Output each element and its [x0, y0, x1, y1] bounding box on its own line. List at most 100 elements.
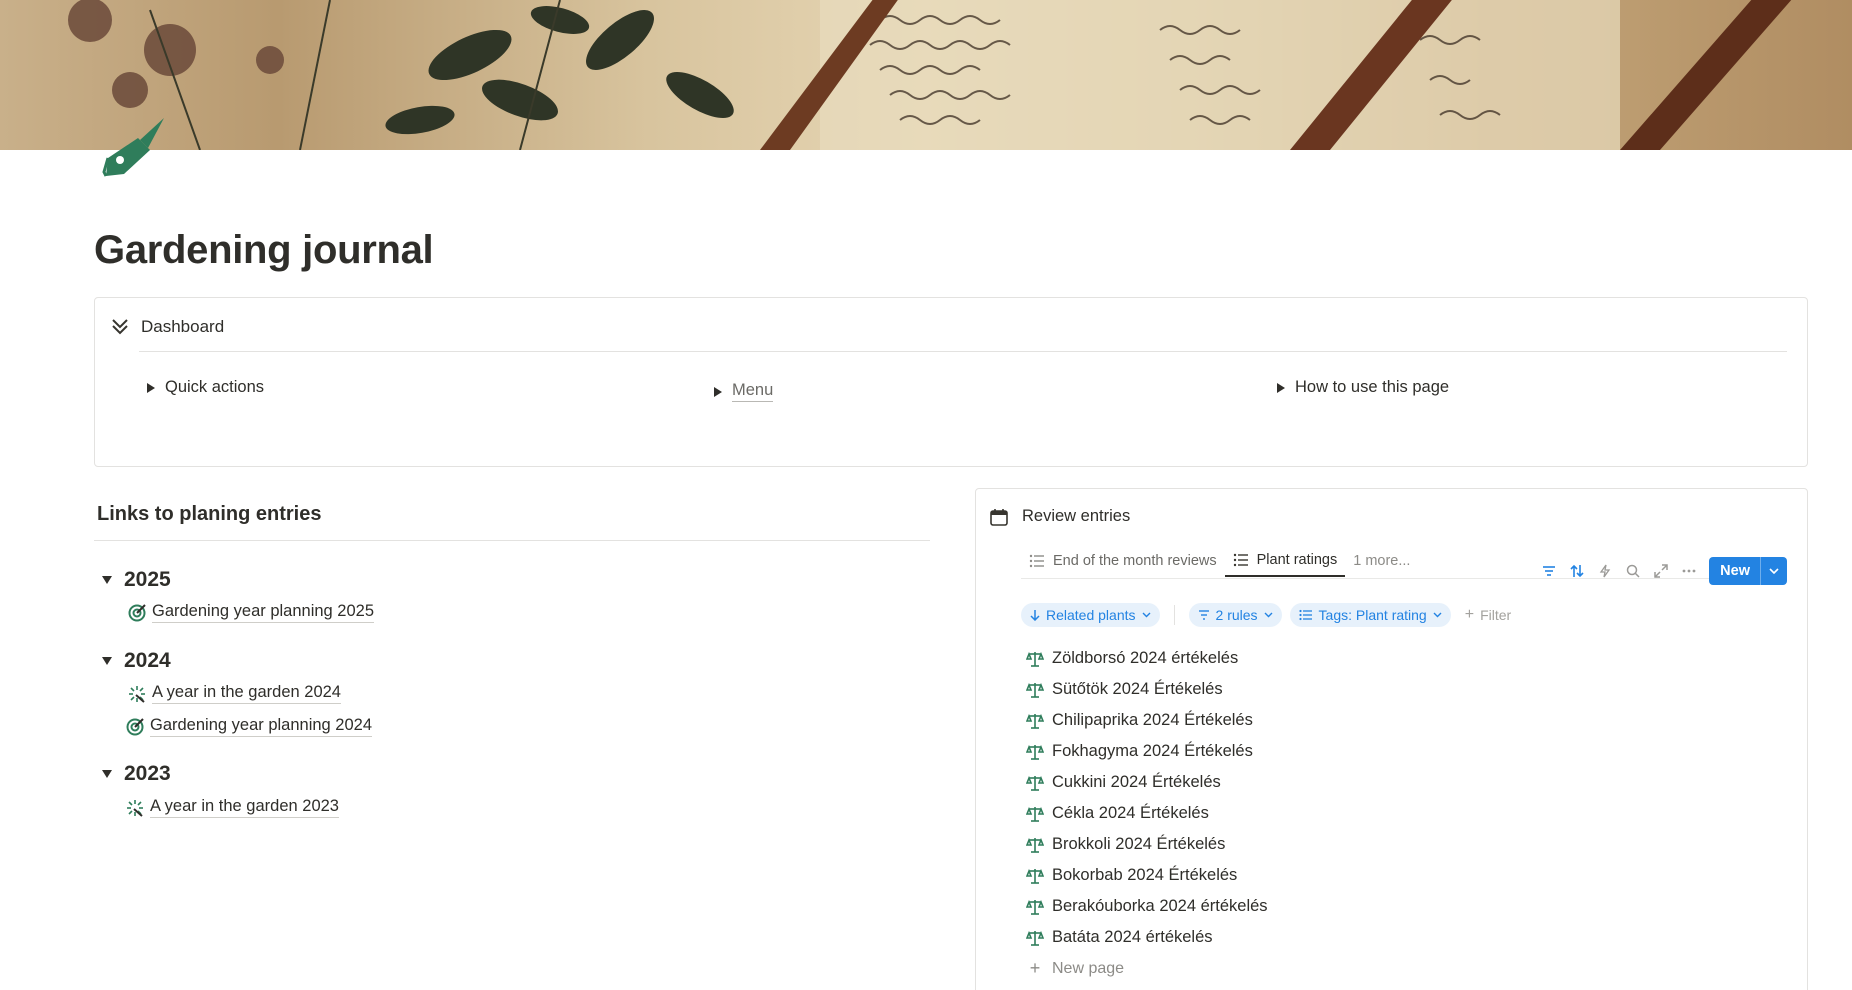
divider — [1173, 605, 1175, 625]
year-label: 2023 — [124, 762, 171, 785]
filter-bar: Related plants 2 rules Tags: Plant ratin… — [1021, 603, 1511, 627]
review-entries-database: Review entries End of the month reviews … — [975, 488, 1808, 990]
triangle-down-icon[interactable] — [102, 770, 112, 778]
fountain-pen-icon[interactable] — [100, 116, 170, 178]
arrow-down-icon — [1030, 610, 1040, 621]
entry-title: Gardening year planning 2024 — [150, 716, 373, 737]
double-chevron-down-icon[interactable] — [109, 316, 131, 338]
new-page-button[interactable]: + New page — [1026, 953, 1268, 984]
triangle-down-icon[interactable] — [102, 657, 112, 665]
list-item[interactable]: Sütőtök 2024 Értékelés — [1026, 674, 1268, 705]
rules-label: 2 rules — [1215, 607, 1258, 623]
divider — [139, 351, 1787, 352]
link-entry[interactable]: A year in the garden 2023 — [126, 797, 339, 818]
add-filter-button[interactable]: + Filter — [1459, 606, 1511, 624]
link-entry[interactable]: Gardening year planning 2024 — [126, 716, 373, 737]
rules-chip[interactable]: 2 rules — [1188, 603, 1282, 627]
entry-title: Bokorbab 2024 Értékelés — [1052, 866, 1238, 884]
toggle-quick-actions[interactable]: Quick actions — [147, 378, 264, 397]
sun-arrow-icon — [127, 799, 143, 817]
link-entry[interactable]: Gardening year planning 2025 — [128, 602, 375, 623]
list-icon — [1233, 553, 1248, 567]
entry-list: Zöldborsó 2024 értékelés Sütőtök 2024 Ér… — [1026, 643, 1268, 984]
entry-title: Batáta 2024 értékelés — [1052, 928, 1213, 946]
year-toggle-2025[interactable]: 2025 — [102, 568, 171, 592]
triangle-right-icon[interactable] — [1277, 382, 1285, 393]
entry-title: Zöldborsó 2024 értékelés — [1052, 649, 1239, 667]
cover-image — [0, 0, 1852, 150]
sort-label: Related plants — [1046, 607, 1136, 623]
database-title[interactable]: Review entries — [1022, 507, 1130, 526]
scale-icon — [1026, 775, 1044, 791]
list-item[interactable]: Berakóuborka 2024 értékelés — [1026, 891, 1268, 922]
entry-title: Brokkoli 2024 Értékelés — [1052, 835, 1226, 853]
dashboard-title: Dashboard — [141, 317, 225, 336]
toggle-label: Quick actions — [165, 378, 265, 396]
filter-icon — [1198, 610, 1209, 620]
list-item[interactable]: Batáta 2024 értékelés — [1026, 922, 1268, 953]
entry-title: Berakóuborka 2024 értékelés — [1052, 897, 1268, 915]
sun-arrow-icon — [129, 685, 145, 703]
triangle-right-icon[interactable] — [147, 382, 155, 393]
scale-icon — [1026, 930, 1044, 946]
tab-label: End of the month reviews — [1053, 553, 1217, 569]
filter-icon[interactable] — [1541, 563, 1557, 579]
entry-title: Cukkini 2024 Értékelés — [1052, 773, 1221, 791]
database-toolbar: New — [1541, 557, 1787, 585]
expand-icon[interactable] — [1653, 563, 1669, 579]
divider — [94, 540, 930, 541]
year-label: 2025 — [124, 568, 171, 591]
view-tabs: End of the month reviews Plant ratings 1… — [1021, 545, 1418, 577]
year-toggle-2023[interactable]: 2023 — [102, 762, 171, 786]
list-icon — [1298, 609, 1312, 621]
scale-icon — [1026, 837, 1044, 853]
toggle-menu[interactable]: Menu — [714, 381, 774, 402]
new-button-label: New — [1720, 563, 1750, 579]
list-item[interactable]: Cékla 2024 Értékelés — [1026, 798, 1268, 829]
new-entry-button[interactable]: New — [1709, 557, 1787, 585]
more-views-button[interactable]: 1 more... — [1345, 545, 1418, 577]
search-icon[interactable] — [1625, 563, 1641, 579]
scale-icon — [1026, 713, 1044, 729]
tags-chip[interactable]: Tags: Plant rating — [1289, 603, 1451, 627]
triangle-down-icon[interactable] — [102, 576, 112, 584]
sort-chip[interactable]: Related plants — [1021, 603, 1160, 627]
list-item[interactable]: Bokorbab 2024 Értékelés — [1026, 860, 1268, 891]
target-arrow-icon — [126, 717, 144, 735]
link-entry[interactable]: A year in the garden 2024 — [128, 683, 341, 704]
dashboard-callout: Dashboard Quick actions Menu How to use … — [94, 297, 1808, 467]
list-icon — [1029, 554, 1044, 568]
add-filter-label: Filter — [1480, 607, 1512, 623]
chevron-down-icon — [1264, 612, 1273, 618]
scale-icon — [1026, 682, 1044, 698]
tab-end-of-month-reviews[interactable]: End of the month reviews — [1021, 545, 1225, 577]
toggle-label: How to use this page — [1295, 378, 1450, 396]
list-item[interactable]: Zöldborsó 2024 értékelés — [1026, 643, 1268, 674]
sort-icon[interactable] — [1569, 563, 1585, 579]
list-item[interactable]: Cukkini 2024 Értékelés — [1026, 767, 1268, 798]
toggle-how-to-use[interactable]: How to use this page — [1277, 378, 1449, 397]
planning-heading: Links to planing entries — [97, 503, 322, 525]
page-title[interactable]: Gardening journal — [94, 228, 434, 273]
entry-title: A year in the garden 2024 — [152, 683, 341, 704]
scale-icon — [1026, 806, 1044, 822]
entry-title: Gardening year planning 2025 — [152, 602, 375, 623]
calendar-icon — [990, 508, 1008, 526]
plus-icon: + — [1029, 958, 1041, 978]
chevron-down-icon — [1433, 612, 1442, 618]
tab-plant-ratings[interactable]: Plant ratings — [1224, 545, 1346, 577]
entry-title: Fokhagyma 2024 Értékelés — [1052, 742, 1253, 760]
chevron-down-icon[interactable] — [1760, 557, 1787, 585]
year-toggle-2024[interactable]: 2024 — [102, 649, 171, 673]
new-page-label: New page — [1052, 959, 1125, 977]
lightning-icon[interactable] — [1597, 563, 1613, 579]
more-options-icon[interactable] — [1681, 563, 1697, 579]
target-arrow-icon — [128, 603, 146, 621]
list-item[interactable]: Fokhagyma 2024 Értékelés — [1026, 736, 1268, 767]
list-item[interactable]: Chilipaprika 2024 Értékelés — [1026, 705, 1268, 736]
plus-icon: + — [1464, 606, 1475, 623]
list-item[interactable]: Brokkoli 2024 Értékelés — [1026, 829, 1268, 860]
triangle-right-icon[interactable] — [714, 386, 722, 397]
tags-label: Tags: Plant rating — [1318, 607, 1427, 623]
entry-title: A year in the garden 2023 — [150, 797, 339, 818]
